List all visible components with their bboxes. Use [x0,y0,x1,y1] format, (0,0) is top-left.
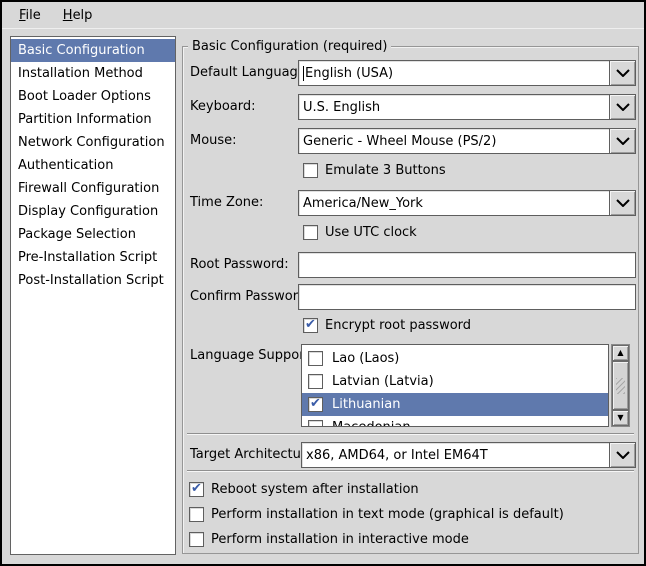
menu-help[interactable]: Help [54,5,102,26]
keyboard-value: U.S. English [303,100,380,115]
reboot-after-install-option[interactable]: Reboot system after installation [189,481,419,498]
default-language-value: English (USA) [305,66,393,81]
use-utc-clock-checkbox[interactable] [303,225,318,240]
panel-title: Basic Configuration (required) [188,38,391,55]
chevron-down-icon [616,199,630,207]
scroll-up-button[interactable]: ▲ [612,345,629,361]
sidebar-item-display-configuration[interactable]: Display Configuration [11,200,175,223]
text-caret [303,66,304,81]
target-architecture-dropdown-button[interactable] [609,442,636,468]
encrypt-root-password-checkbox[interactable] [303,318,318,333]
time-zone-value: America/New_York [303,196,423,211]
interactive-install-option[interactable]: Perform installation in interactive mode [189,531,469,548]
menu-bar: File Help [2,2,644,29]
language-item-lao[interactable]: Lao (Laos) [302,347,608,370]
language-lao-label: Lao (Laos) [332,351,399,366]
emulate-3-buttons-checkbox[interactable] [303,163,318,178]
triangle-up-icon: ▲ [617,349,623,357]
target-architecture-row: Target Architecture: x86, AMD64, or Inte… [183,442,638,468]
mouse-select[interactable]: Generic - Wheel Mouse (PS/2) [298,128,610,154]
chevron-down-icon [616,69,630,77]
language-item-macedonian[interactable]: Macedonian [302,416,608,427]
default-language-select[interactable]: English (USA) [298,60,610,86]
language-macedonian-label: Macedonian [332,420,411,427]
text-mode-install-label: Perform installation in text mode (graph… [211,507,564,522]
use-utc-clock-option[interactable]: Use UTC clock [303,224,417,241]
sidebar-item-firewall-configuration[interactable]: Firewall Configuration [11,177,175,200]
scrollbar-thumb[interactable] [612,361,629,410]
keyboard-row: Keyboard: U.S. English [183,94,638,120]
sidebar-item-partition-information[interactable]: Partition Information [11,108,175,131]
root-password-field[interactable] [298,252,636,278]
root-password-label: Root Password: [190,252,289,278]
encrypt-root-password-label: Encrypt root password [325,318,471,333]
time-zone-row: Time Zone: America/New_York [183,190,638,216]
language-support-row: Language Support: Lao (Laos) Latvian (La… [183,344,638,427]
chevron-down-icon [616,137,630,145]
language-lao-checkbox[interactable] [308,351,323,366]
mouse-value: Generic - Wheel Mouse (PS/2) [303,134,496,149]
language-support-label: Language Support: [190,347,314,365]
default-language-dropdown-button[interactable] [609,60,636,86]
language-item-lithuanian[interactable]: Lithuanian [302,393,608,416]
language-item-latvian[interactable]: Latvian (Latvia) [302,370,608,393]
use-utc-clock-label: Use UTC clock [325,225,417,240]
target-architecture-select[interactable]: x86, AMD64, or Intel EM64T [301,442,610,468]
emulate-3-buttons-label: Emulate 3 Buttons [325,163,446,178]
language-lithuanian-label: Lithuanian [332,397,400,412]
language-macedonian-checkbox[interactable] [308,420,323,427]
language-latvian-label: Latvian (Latvia) [332,374,434,389]
chevron-down-icon [616,103,630,111]
section-list: Basic Configuration Installation Method … [10,36,176,555]
target-architecture-value: x86, AMD64, or Intel EM64T [306,448,488,463]
kickstart-configurator-window: File Help Basic Configuration Installati… [0,0,646,566]
text-mode-install-checkbox[interactable] [189,507,204,522]
confirm-password-field[interactable] [298,284,636,310]
language-latvian-checkbox[interactable] [308,374,323,389]
basic-configuration-panel: Basic Configuration (required) Default L… [182,46,639,554]
default-language-row: Default Language: English (USA) [183,60,638,86]
sidebar-item-package-selection[interactable]: Package Selection [11,223,175,246]
reboot-after-install-checkbox[interactable] [189,482,204,497]
mouse-dropdown-button[interactable] [609,128,636,154]
encrypt-root-password-option[interactable]: Encrypt root password [303,317,471,334]
keyboard-label: Keyboard: [190,94,256,120]
target-architecture-label: Target Architecture: [190,442,318,468]
mouse-label: Mouse: [190,128,237,154]
time-zone-label: Time Zone: [190,190,263,216]
sidebar-item-post-installation-script[interactable]: Post-Installation Script [11,269,175,292]
separator [187,433,634,435]
keyboard-select[interactable]: U.S. English [298,94,610,120]
sidebar-item-installation-method[interactable]: Installation Method [11,62,175,85]
scroll-down-button[interactable]: ▼ [612,410,629,426]
language-support-list: Lao (Laos) Latvian (Latvia) Lithuanian M… [301,344,609,427]
confirm-password-row: Confirm Password: [183,284,638,310]
separator [187,470,634,472]
sidebar-item-basic-configuration[interactable]: Basic Configuration [11,39,175,62]
confirm-password-label: Confirm Password: [190,284,310,310]
vertical-scrollbar[interactable]: ▲ ▼ [611,344,630,427]
keyboard-dropdown-button[interactable] [609,94,636,120]
time-zone-select[interactable]: America/New_York [298,190,610,216]
mouse-row: Mouse: Generic - Wheel Mouse (PS/2) [183,128,638,154]
text-mode-install-option[interactable]: Perform installation in text mode (graph… [189,506,564,523]
time-zone-dropdown-button[interactable] [609,190,636,216]
emulate-3-buttons-option[interactable]: Emulate 3 Buttons [303,162,446,179]
sidebar-item-pre-installation-script[interactable]: Pre-Installation Script [11,246,175,269]
triangle-down-icon: ▼ [617,414,623,422]
sidebar-item-boot-loader-options[interactable]: Boot Loader Options [11,85,175,108]
interactive-install-checkbox[interactable] [189,532,204,547]
interactive-install-label: Perform installation in interactive mode [211,532,469,547]
menu-file[interactable]: File [10,5,50,26]
sidebar-item-authentication[interactable]: Authentication [11,154,175,177]
default-language-label: Default Language: [190,60,310,86]
chevron-down-icon [616,451,630,459]
root-password-row: Root Password: [183,252,638,278]
reboot-after-install-label: Reboot system after installation [211,482,419,497]
sidebar-item-network-configuration[interactable]: Network Configuration [11,131,175,154]
language-lithuanian-checkbox[interactable] [308,397,323,412]
